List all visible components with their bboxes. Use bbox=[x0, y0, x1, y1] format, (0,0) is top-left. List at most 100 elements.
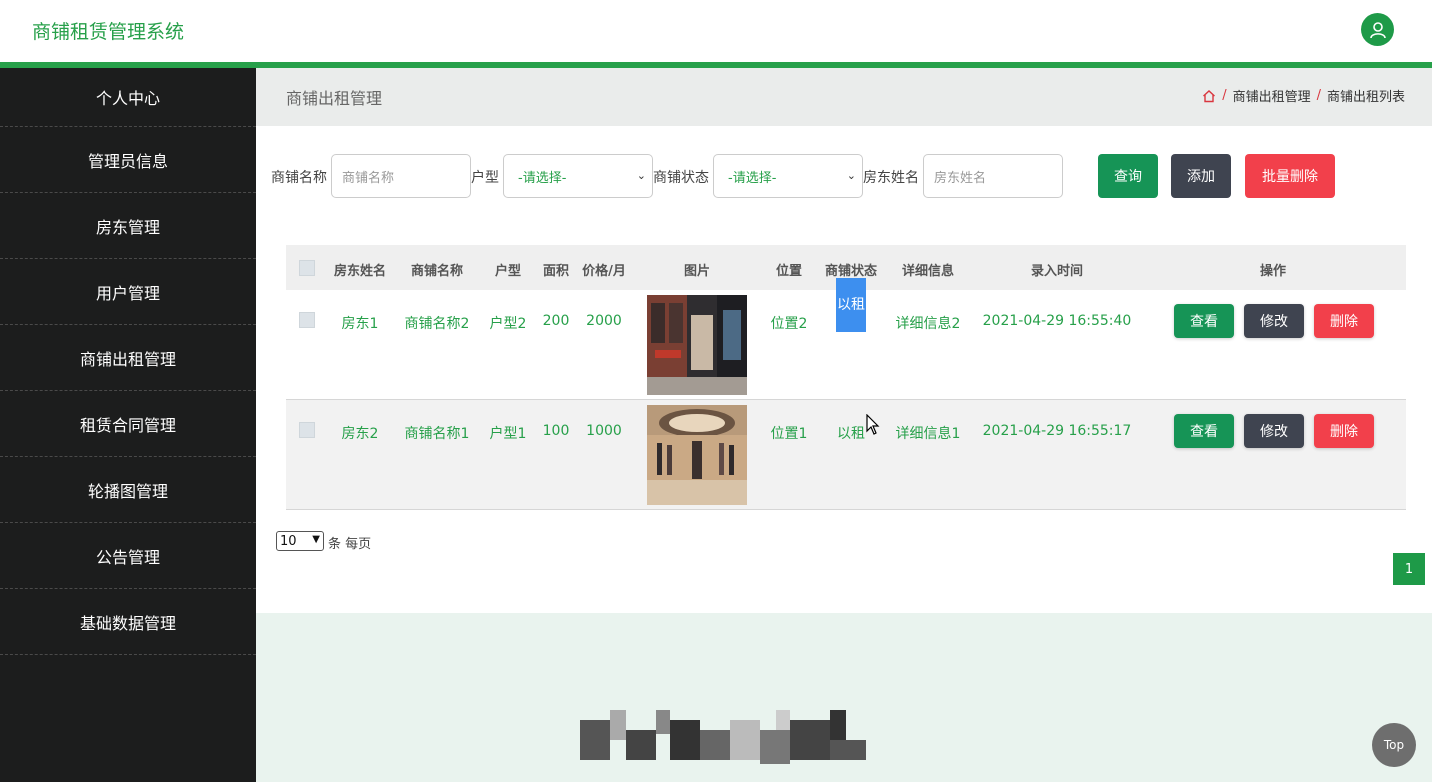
sidebar-item-label: 个人中心 bbox=[95, 89, 160, 108]
chevron-down-icon: ⌄ bbox=[846, 169, 856, 182]
area-cell: 200 bbox=[542, 313, 570, 329]
sidebar-item-carousel[interactable]: 轮播图管理 bbox=[0, 457, 256, 523]
row-checkbox[interactable] bbox=[299, 312, 315, 328]
breadcrumb-item[interactable]: 商铺出租管理 bbox=[1233, 86, 1311, 105]
shop-name-placeholder: 商铺名称 bbox=[342, 170, 395, 186]
home-icon[interactable] bbox=[1202, 89, 1216, 103]
shop-name-input[interactable]: 商铺名称 bbox=[331, 154, 471, 198]
sidebar-item-landlord[interactable]: 房东管理 bbox=[0, 193, 256, 259]
row-checkbox[interactable] bbox=[299, 422, 315, 438]
column-header: 录入时间 bbox=[1030, 264, 1084, 279]
time-cell: 2021-04-29 16:55:40 bbox=[982, 313, 1132, 329]
status-value: -请选择- bbox=[728, 170, 777, 186]
location-cell: 位置1 bbox=[770, 426, 808, 442]
sidebar-item-label: 管理员信息 bbox=[87, 151, 168, 171]
user-avatar[interactable] bbox=[1361, 13, 1394, 46]
detail-cell: 详细信息1 bbox=[895, 426, 961, 442]
sidebar-item-personal-center[interactable]: 个人中心 bbox=[0, 68, 256, 127]
shop-name-cell: 商铺名称2 bbox=[404, 316, 470, 332]
sidebar-item-shop-rental[interactable]: 商铺出租管理 bbox=[0, 325, 256, 391]
back-to-top-button[interactable]: Top bbox=[1372, 723, 1416, 767]
page-size-value: 10 bbox=[280, 533, 297, 549]
breadcrumb-separator: / bbox=[1222, 88, 1227, 103]
unit-type-value: -请选择- bbox=[518, 170, 567, 186]
top-bar: 商铺租赁管理系统 bbox=[0, 0, 1432, 62]
sidebar-item-admin-info[interactable]: 管理员信息 bbox=[0, 127, 256, 193]
column-header: 操作 bbox=[1259, 264, 1287, 279]
column-header: 房东姓名 bbox=[333, 264, 387, 279]
query-button[interactable]: 查询 bbox=[1098, 154, 1158, 198]
sidebar-item-base-data[interactable]: 基础数据管理 bbox=[0, 589, 256, 655]
sidebar-item-label: 租赁合同管理 bbox=[79, 415, 176, 435]
chevron-down-icon: ⌄ bbox=[636, 169, 646, 182]
sidebar: 个人中心 管理员信息 房东管理 用户管理 商铺出租管理 租赁合同管理 轮播图管理… bbox=[0, 68, 256, 782]
sidebar-item-label: 基础数据管理 bbox=[79, 613, 176, 633]
area-cell: 100 bbox=[542, 423, 570, 439]
sidebar-item-notice[interactable]: 公告管理 bbox=[0, 523, 256, 589]
column-header: 面积 bbox=[542, 264, 570, 279]
sidebar-item-label: 商铺出租管理 bbox=[79, 349, 176, 369]
delete-button[interactable]: 删除 bbox=[1314, 414, 1374, 448]
breadcrumb-item: 商铺出租列表 bbox=[1326, 90, 1405, 105]
landlord-placeholder: 房东姓名 bbox=[934, 170, 987, 186]
column-header: 商铺状态 bbox=[824, 264, 878, 279]
status-cell: 以租 bbox=[836, 278, 866, 332]
page-header: 商铺出租管理 / 商铺出租管理 / 商铺出租列表 bbox=[256, 68, 1432, 126]
blurred-footer-image bbox=[580, 710, 866, 764]
column-header: 位置 bbox=[775, 264, 803, 279]
column-header: 商铺名称 bbox=[410, 264, 464, 279]
landlord-cell: 房东1 bbox=[341, 316, 379, 332]
shop-name-cell: 商铺名称1 bbox=[404, 426, 470, 442]
detail-cell: 详细信息2 bbox=[895, 316, 961, 332]
status-select[interactable]: -请选择- ⌄ bbox=[713, 154, 863, 198]
status-cell: 以租 bbox=[837, 426, 865, 442]
unit-type-select[interactable]: -请选择- ⌄ bbox=[503, 154, 653, 198]
sidebar-item-label: 公告管理 bbox=[95, 547, 160, 567]
delete-button[interactable]: 删除 bbox=[1314, 304, 1374, 338]
edit-button[interactable]: 修改 bbox=[1244, 414, 1304, 448]
column-header: 详细信息 bbox=[901, 264, 955, 279]
breadcrumb-separator: / bbox=[1316, 88, 1321, 103]
mouse-cursor-icon bbox=[866, 414, 880, 435]
sidebar-item-lease-contract[interactable]: 租赁合同管理 bbox=[0, 391, 256, 457]
column-header: 户型 bbox=[494, 264, 522, 279]
page-title: 商铺出租管理 bbox=[286, 89, 383, 108]
location-cell: 位置2 bbox=[770, 316, 808, 332]
sidebar-item-users[interactable]: 用户管理 bbox=[0, 259, 256, 325]
shop-image[interactable] bbox=[647, 405, 747, 505]
shop-name-label: 商铺名称 bbox=[271, 170, 327, 186]
unit-type-cell: 户型1 bbox=[489, 426, 527, 442]
chevron-down-icon: ▼ bbox=[312, 534, 320, 545]
price-cell: 1000 bbox=[586, 423, 622, 439]
sidebar-item-label: 轮播图管理 bbox=[87, 481, 168, 501]
shop-image[interactable] bbox=[647, 295, 747, 395]
page-size-select[interactable]: 10 ▼ bbox=[276, 531, 324, 551]
landlord-label: 房东姓名 bbox=[863, 170, 919, 186]
status-text-selected: 以租 bbox=[836, 278, 866, 332]
content-panel: 商铺名称 商铺名称 户型 -请选择- ⌄ 商铺状态 -请选择- ⌄ 房东姓名 房… bbox=[256, 126, 1432, 613]
table-row: 房东2 商铺名称1 户型1 100 1000 位置1 以租 详细信息1 2021… bbox=[286, 400, 1406, 510]
page-number-current[interactable]: 1 bbox=[1393, 553, 1425, 585]
time-cell: 2021-04-29 16:55:17 bbox=[982, 423, 1132, 439]
column-header: 价格/月 bbox=[582, 264, 626, 279]
status-label: 商铺状态 bbox=[653, 170, 709, 186]
unit-type-cell: 户型2 bbox=[489, 316, 527, 332]
price-cell: 2000 bbox=[586, 313, 622, 329]
edit-button[interactable]: 修改 bbox=[1244, 304, 1304, 338]
column-header: 图片 bbox=[683, 264, 711, 279]
landlord-input[interactable]: 房东姓名 bbox=[923, 154, 1063, 198]
sidebar-item-label: 房东管理 bbox=[95, 217, 160, 237]
view-button[interactable]: 查看 bbox=[1174, 304, 1234, 338]
page-size-suffix: 条 每页 bbox=[328, 537, 372, 552]
add-button[interactable]: 添加 bbox=[1171, 154, 1231, 198]
app-title: 商铺租赁管理系统 bbox=[32, 21, 185, 43]
sidebar-item-label: 用户管理 bbox=[95, 283, 160, 303]
landlord-cell: 房东2 bbox=[341, 426, 379, 442]
batch-delete-button[interactable]: 批量删除 bbox=[1245, 154, 1335, 198]
table-row: 房东1 商铺名称2 户型2 200 2000 位置2 以租 详细信息2 2021… bbox=[286, 278, 1406, 400]
user-icon bbox=[1369, 21, 1386, 38]
breadcrumb: / 商铺出租管理 / 商铺出租列表 bbox=[1202, 86, 1405, 105]
main-area: 商铺出租管理 / 商铺出租管理 / 商铺出租列表 商铺名称 商铺名称 户型 -请… bbox=[256, 68, 1432, 782]
select-all-checkbox[interactable] bbox=[299, 260, 315, 276]
view-button[interactable]: 查看 bbox=[1174, 414, 1234, 448]
